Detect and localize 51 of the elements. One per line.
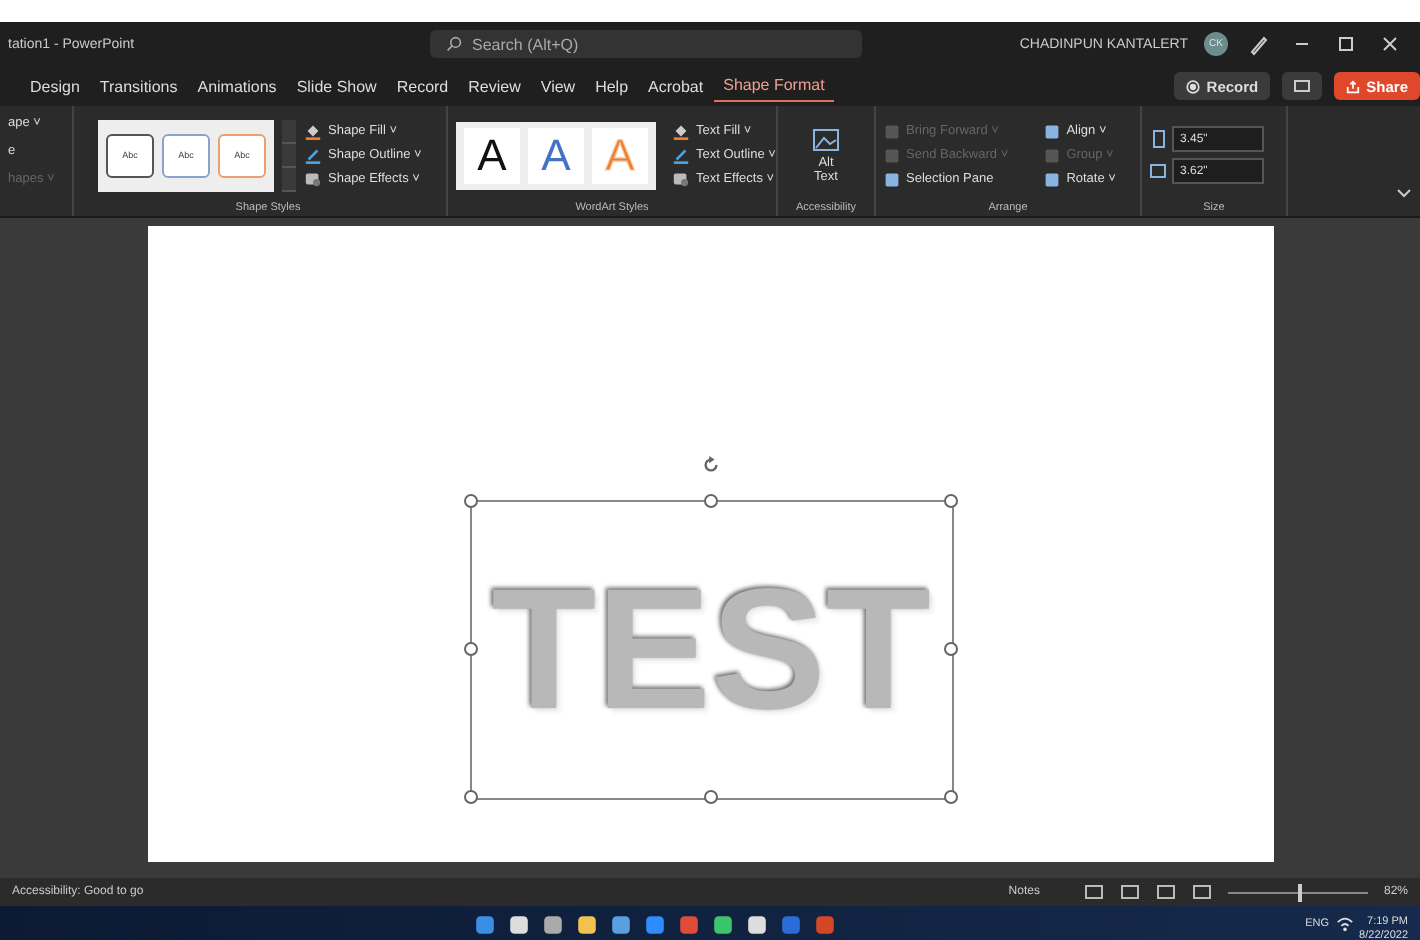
search-field[interactable]: Search (Alt+Q) [430, 30, 862, 58]
ribbon-tab[interactable]: Help [585, 71, 639, 101]
taskbar-app-icon[interactable] [471, 910, 500, 938]
height-icon [1150, 130, 1166, 148]
ribbon-tab[interactable]: Design [20, 71, 90, 101]
paint-bucket-icon [672, 122, 690, 140]
collapse-ribbon-icon[interactable] [1396, 188, 1412, 200]
normal-view-icon[interactable] [1083, 884, 1104, 900]
ribbon-tab[interactable]: Animations [187, 71, 287, 101]
gallery-scrollbar[interactable] [282, 119, 296, 191]
ribbon-tab[interactable]: Review [458, 71, 531, 101]
taskbar-app-icon[interactable] [743, 910, 772, 938]
width-icon [1150, 162, 1166, 180]
share-icon [1346, 79, 1361, 93]
reading-view-icon[interactable] [1155, 884, 1176, 900]
ribbon-tab[interactable]: View [530, 71, 586, 101]
comments-icon[interactable] [1282, 72, 1323, 100]
pen-outline-icon [304, 146, 322, 164]
ribbon-tab[interactable]: Shape Format [713, 70, 835, 102]
rotate-handle-icon[interactable] [701, 456, 719, 474]
resize-handle[interactable] [703, 790, 717, 804]
wifi-icon[interactable] [1335, 916, 1354, 932]
wordart-style-swatch[interactable]: A [464, 127, 520, 183]
ribbon-tab[interactable]: Slide Show [286, 71, 387, 101]
paint-bucket-icon [304, 122, 322, 140]
taskbar-app-icon[interactable] [607, 910, 636, 938]
record-icon [1186, 79, 1201, 93]
wordart-text: TEST [491, 564, 931, 736]
zoom-thumb[interactable] [1297, 883, 1302, 901]
slide-sorter-icon[interactable] [1119, 884, 1140, 900]
effects-icon [672, 170, 690, 188]
slide-show-icon[interactable] [1191, 884, 1212, 900]
resize-handle[interactable] [943, 790, 957, 804]
resize-handle[interactable] [943, 494, 957, 508]
taskbar-app-icon[interactable] [505, 910, 534, 938]
taskbar-app-icon[interactable] [709, 910, 738, 938]
ribbon-tab[interactable]: Transitions [89, 71, 188, 101]
wordart-style-swatch[interactable]: A [528, 127, 584, 183]
resize-handle[interactable] [943, 642, 957, 656]
resize-handle[interactable] [463, 642, 477, 656]
resize-handle[interactable] [463, 494, 477, 508]
search-icon [446, 36, 462, 52]
ribbon-tab[interactable]: Record [386, 71, 459, 101]
picture-frame-icon [812, 127, 840, 151]
resize-handle[interactable] [703, 494, 717, 508]
effects-icon [304, 170, 322, 188]
pen-outline-icon [672, 146, 690, 164]
taskbar-app-icon[interactable] [573, 910, 602, 938]
resize-handle[interactable] [463, 790, 477, 804]
ribbon-tab[interactable]: Acrobat [638, 71, 714, 101]
taskbar-app-icon[interactable] [539, 910, 568, 938]
